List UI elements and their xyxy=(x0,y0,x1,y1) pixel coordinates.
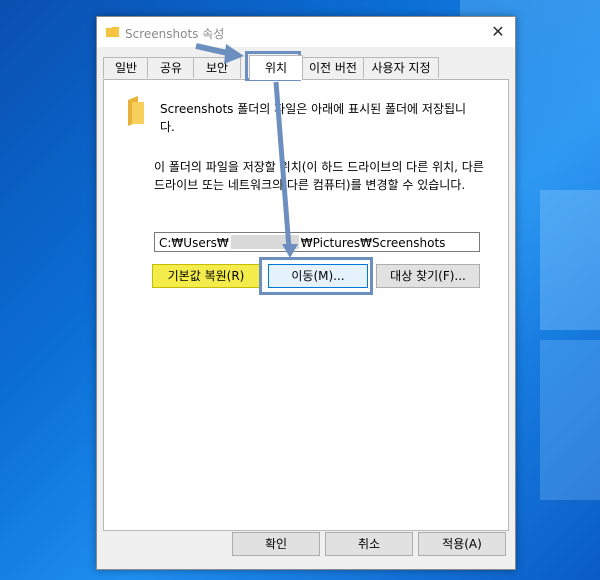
move-button-highlight-box xyxy=(259,257,373,295)
tab-customize[interactable]: 사용자 지정 xyxy=(363,57,439,78)
desktop-window-logo-pane xyxy=(540,190,600,330)
tab-strip: 일반 공유 보안 위치 이전 버전 사용자 지정 xyxy=(103,55,511,80)
path-suffix: ₩Pictures₩Screenshots xyxy=(300,236,446,250)
folder-icon xyxy=(106,27,119,37)
ok-button[interactable]: 확인 xyxy=(232,532,320,556)
redacted-username xyxy=(230,235,299,249)
change-location-description: 이 폴더의 파일을 저장할 위치(이 하드 드라이브의 다른 위치, 다른 드라… xyxy=(154,160,484,192)
apply-button[interactable]: 적용(A) xyxy=(418,532,506,556)
restore-default-button[interactable]: 기본값 복원(R) xyxy=(152,264,260,288)
tab-general[interactable]: 일반 xyxy=(103,57,149,78)
tab-location[interactable]: 위치 xyxy=(249,55,303,80)
cancel-button[interactable]: 취소 xyxy=(325,532,413,556)
title-bar[interactable]: Screenshots 속성 ✕ xyxy=(97,17,515,47)
tab-sharing[interactable]: 공유 xyxy=(147,57,195,78)
tab-security[interactable]: 보안 xyxy=(193,57,241,78)
dialog-title: Screenshots 속성 xyxy=(125,27,225,41)
location-description: Screenshots 폴더의 파일은 아래에 표시된 폴더에 저장됩니다. xyxy=(160,102,467,134)
path-prefix: C:₩Users₩ xyxy=(159,236,229,250)
location-panel: Screenshots 폴더의 파일은 아래에 표시된 폴더에 저장됩니다. 이… xyxy=(103,79,509,531)
close-button[interactable]: ✕ xyxy=(487,21,509,43)
desktop-window-logo-pane xyxy=(540,340,600,500)
find-target-button[interactable]: 대상 찾기(F)... xyxy=(376,264,480,288)
folder-icon xyxy=(128,96,144,126)
folder-path-input[interactable]: C:₩Users₩ ₩Pictures₩Screenshots xyxy=(154,232,480,252)
tab-previous-versions[interactable]: 이전 버전 xyxy=(301,57,365,78)
